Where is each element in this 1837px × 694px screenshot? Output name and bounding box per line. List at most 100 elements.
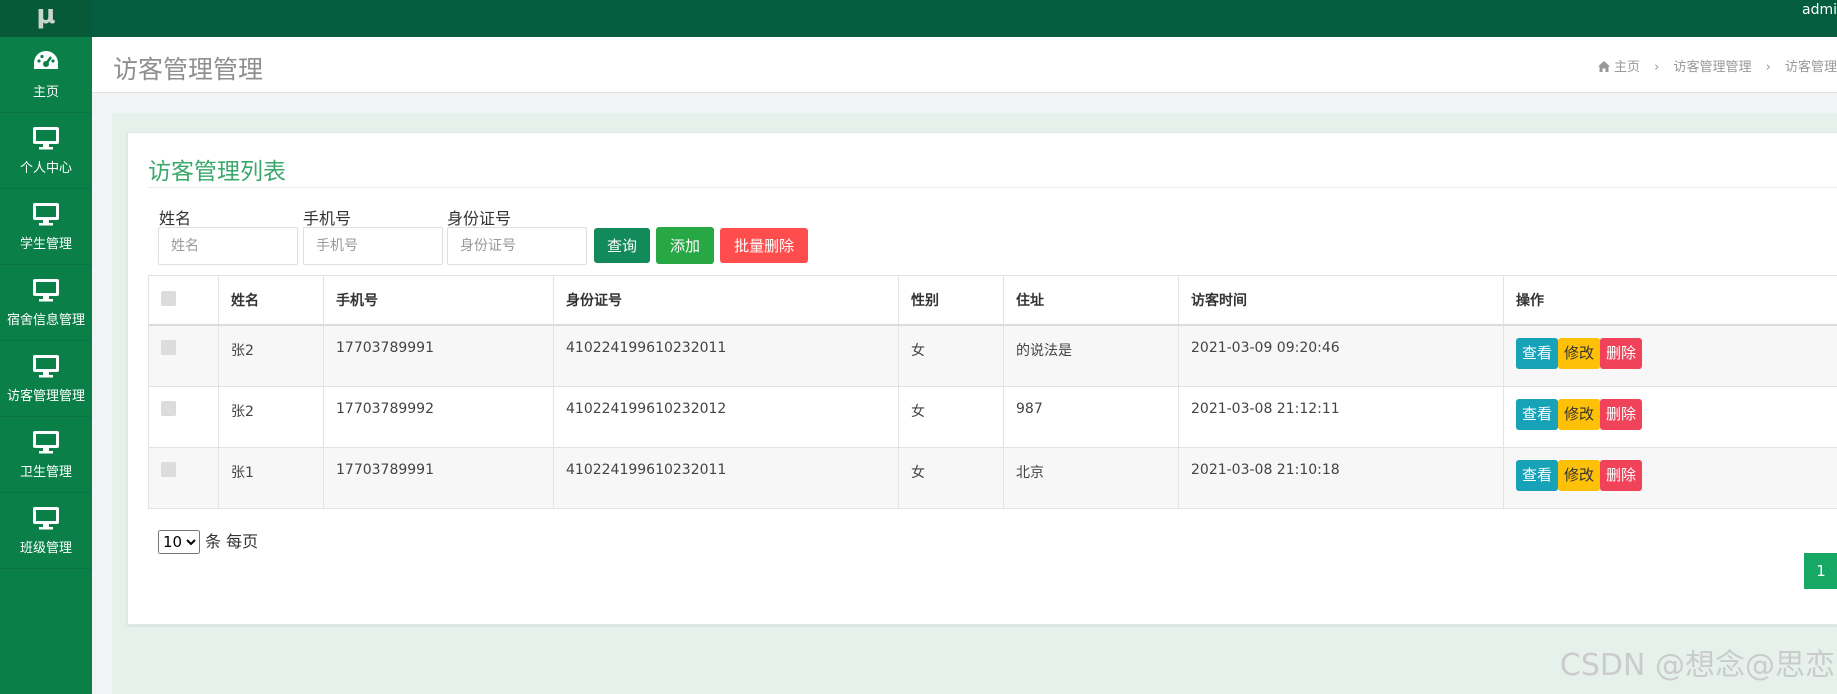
sidebar-item-label: 访客管理管理 [6, 389, 85, 404]
name-cell: 张2 [218, 385, 324, 448]
monitor-icon [0, 353, 92, 383]
actions-cell: 查看 修改 删除 [1503, 324, 1837, 387]
edit-button[interactable]: 修改 [1558, 398, 1601, 430]
list-panel: 访客管理列表 姓名 手机号 身份证号 查询 添加 批量删除 姓名 手机号 身份证… [127, 132, 1837, 625]
idcard-cell: 410224199610232011 [553, 324, 899, 387]
sidebar-item-label: 学生管理 [19, 237, 72, 252]
phone-cell: 17703789991 [323, 324, 554, 387]
top-bar: admi [92, 0, 1837, 37]
column-header: 手机号 [323, 275, 554, 326]
name-filter-input[interactable] [158, 227, 298, 265]
idcard-filter-input[interactable] [447, 227, 587, 265]
view-button[interactable]: 查看 [1516, 338, 1559, 369]
breadcrumb-item[interactable]: 访客管理管理 [1673, 60, 1751, 75]
phone-filter-label: 手机号 [303, 209, 352, 228]
view-button[interactable]: 查看 [1516, 459, 1559, 491]
page-size-select[interactable]: 10 [158, 530, 200, 554]
delete-button[interactable]: 删除 [1600, 459, 1643, 491]
select-all-cell [148, 275, 219, 326]
address-cell: 987 [1003, 385, 1179, 448]
user-menu[interactable]: admi [1802, 2, 1837, 18]
sidebar-item-hygiene[interactable]: 卫生管理 [0, 417, 92, 493]
row-select-cell [148, 385, 219, 448]
dashboard-icon [0, 49, 92, 79]
phone-filter-input[interactable] [303, 227, 443, 265]
visitor-table: 姓名 手机号 身份证号 性别 住址 访客时间 操作 张2 17703789991… [148, 275, 1837, 509]
column-header: 住址 [1003, 275, 1179, 326]
sidebar-item-label: 主页 [32, 85, 59, 100]
sidebar: μ 主页 个人中心 学生管理 宿舍信息管理 访客管理管理 卫生管理 班级管理 [0, 0, 92, 694]
monitor-icon [0, 277, 92, 307]
idcard-cell: 410224199610232012 [553, 385, 899, 448]
chevron-right-icon: › [1765, 60, 1771, 75]
row-checkbox[interactable] [161, 461, 176, 477]
visit-time-cell: 2021-03-08 21:10:18 [1178, 446, 1504, 509]
column-header: 性别 [898, 275, 1004, 326]
idcard-filter-label: 身份证号 [447, 209, 512, 228]
column-header: 访客时间 [1178, 275, 1504, 326]
page-header: 访客管理管理 主页 › 访客管理管理 › 访客管理 [92, 37, 1837, 93]
delete-button[interactable]: 删除 [1600, 398, 1643, 430]
watermark: CSDN @想念@思恋 [1559, 648, 1835, 683]
breadcrumb-home[interactable]: 主页 [1614, 60, 1640, 75]
logo: μ [0, 0, 92, 37]
search-button[interactable]: 查询 [594, 228, 650, 263]
edit-button[interactable]: 修改 [1558, 459, 1601, 491]
monitor-icon [0, 505, 92, 535]
add-button[interactable]: 添加 [656, 227, 714, 264]
delete-button[interactable]: 删除 [1600, 338, 1643, 369]
sidebar-item-label: 宿舍信息管理 [6, 313, 85, 328]
page-title: 访客管理管理 [113, 55, 264, 84]
column-header: 身份证号 [553, 275, 899, 326]
home-icon [1597, 61, 1610, 76]
phone-cell: 17703789992 [323, 385, 554, 448]
visit-time-cell: 2021-03-09 09:20:46 [1178, 324, 1504, 387]
gender-cell: 女 [898, 385, 1004, 448]
table-row: 张1 17703789991 410224199610232011 女 北京 2… [148, 446, 1837, 509]
monitor-icon [0, 125, 92, 155]
gender-cell: 女 [898, 446, 1004, 509]
breadcrumb: 主页 › 访客管理管理 › 访客管理 [1597, 56, 1837, 76]
name-filter-label: 姓名 [159, 209, 192, 228]
phone-cell: 17703789991 [323, 446, 554, 509]
actions-cell: 查看 修改 删除 [1503, 446, 1837, 509]
sidebar-item-home[interactable]: 主页 [0, 37, 92, 113]
row-select-cell [148, 446, 219, 509]
sidebar-item-visitors[interactable]: 访客管理管理 [0, 341, 92, 417]
row-checkbox[interactable] [161, 340, 176, 355]
actions-cell: 查看 修改 删除 [1503, 385, 1837, 448]
row-checkbox[interactable] [161, 400, 176, 416]
visit-time-cell: 2021-03-08 21:12:11 [1178, 385, 1504, 448]
sidebar-item-label: 个人中心 [19, 161, 72, 176]
monitor-icon [0, 201, 92, 231]
table-row: 张2 17703789992 410224199610232012 女 987 … [148, 385, 1837, 448]
name-cell: 张1 [218, 446, 324, 509]
sidebar-item-profile[interactable]: 个人中心 [0, 113, 92, 189]
monitor-icon [0, 429, 92, 459]
page-number-button[interactable]: 1 [1804, 553, 1837, 589]
sidebar-item-students[interactable]: 学生管理 [0, 189, 92, 265]
sidebar-item-dorm[interactable]: 宿舍信息管理 [0, 265, 92, 341]
sidebar-item-label: 班级管理 [19, 541, 72, 556]
view-button[interactable]: 查看 [1516, 398, 1559, 430]
chevron-right-icon: › [1654, 60, 1660, 75]
page-size-suffix: 条 每页 [205, 532, 259, 551]
batch-delete-button[interactable]: 批量删除 [720, 228, 808, 263]
sidebar-item-label: 卫生管理 [19, 465, 72, 480]
divider [148, 187, 1837, 188]
column-header: 姓名 [218, 275, 324, 326]
panel-title: 访客管理列表 [148, 159, 286, 185]
breadcrumb-item: 访客管理 [1784, 60, 1837, 75]
select-all-checkbox[interactable] [161, 290, 176, 306]
gender-cell: 女 [898, 324, 1004, 387]
table-row: 张2 17703789991 410224199610232011 女 的说法是… [148, 324, 1837, 387]
name-cell: 张2 [218, 324, 324, 387]
column-header: 操作 [1503, 275, 1837, 326]
address-cell: 的说法是 [1003, 324, 1179, 387]
address-cell: 北京 [1003, 446, 1179, 509]
table-header-row: 姓名 手机号 身份证号 性别 住址 访客时间 操作 [148, 275, 1837, 326]
idcard-cell: 410224199610232011 [553, 446, 899, 509]
page-size-control: 10 条 每页 [158, 528, 258, 554]
edit-button[interactable]: 修改 [1558, 338, 1601, 369]
sidebar-item-classes[interactable]: 班级管理 [0, 493, 92, 569]
